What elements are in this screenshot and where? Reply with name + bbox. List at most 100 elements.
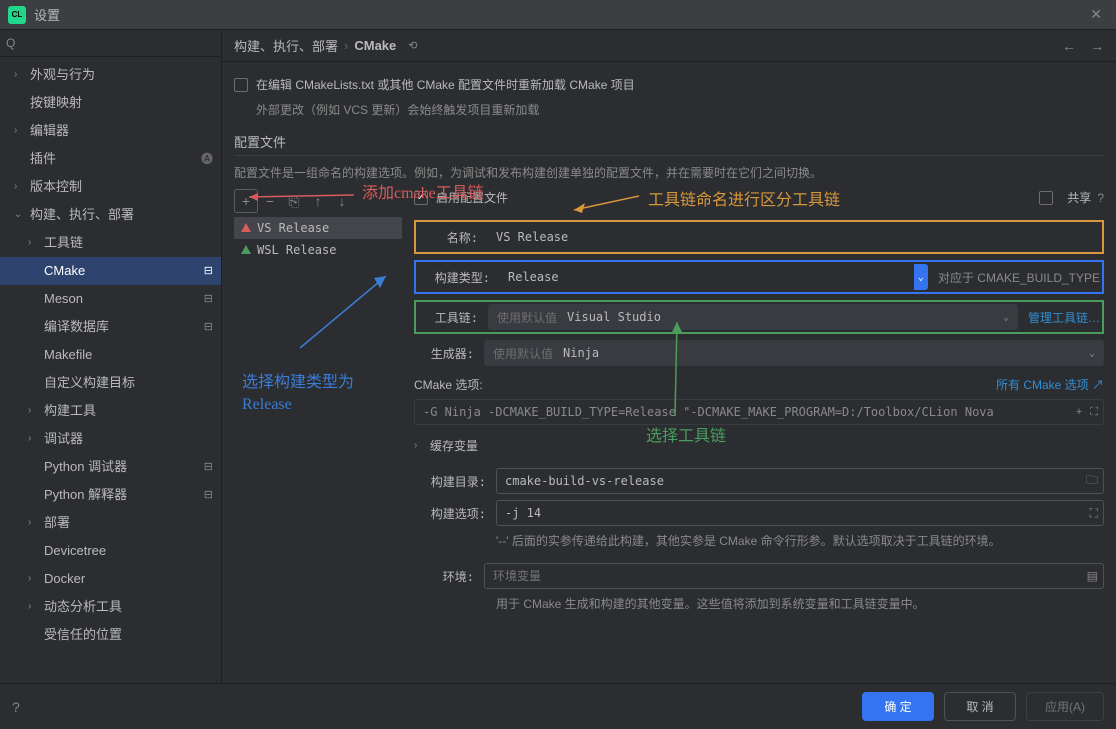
toolchain-select[interactable]: 使用默认值 Visual Studio ⌄ (488, 304, 1018, 330)
sidebar-item-label: 插件 (30, 149, 201, 169)
sidebar-item-label: 动态分析工具 (44, 597, 213, 617)
sidebar-item-部署[interactable]: ›部署 (0, 509, 221, 537)
sidebar-item-Meson[interactable]: Meson⊟ (0, 285, 221, 313)
expand-icon[interactable]: ⛶ (1090, 506, 1098, 521)
sidebar-item-label: 编辑器 (30, 121, 213, 141)
build-dir-label: 构建目录: (414, 473, 486, 490)
sidebar-item-构建工具[interactable]: ›构建工具 (0, 397, 221, 425)
cmake-opts-link[interactable]: 所有 CMake 选项 ↗ (996, 376, 1104, 393)
generator-value: Ninja (563, 346, 599, 360)
sidebar-item-调试器[interactable]: ›调试器 (0, 425, 221, 453)
profile-item[interactable]: VS Release (234, 217, 402, 239)
breadcrumb: 构建、执行、部署 › CMake ⟲ (234, 36, 418, 55)
build-type-value: Release (508, 270, 559, 284)
build-type-label: 构建类型: (418, 269, 490, 286)
sidebar-item-label: 自定义构建目标 (44, 373, 213, 393)
env-input[interactable] (484, 563, 1104, 589)
move-up-button[interactable]: ↑ (306, 189, 330, 213)
sidebar-item-Python 解释器[interactable]: Python 解释器⊟ (0, 481, 221, 509)
breadcrumb-sep: › (344, 38, 348, 53)
profile-name: VS Release (257, 221, 329, 235)
sidebar: Q ›外观与行为按键映射›编辑器插件🅐›版本控制⌄构建、执行、部署›工具链CMa… (0, 30, 222, 683)
separator-indicator: ⊟ (204, 261, 213, 281)
plus-icon[interactable]: + (1076, 406, 1082, 419)
search-icon: Q (6, 36, 15, 50)
share-help-icon[interactable]: ? (1097, 191, 1104, 205)
dialog-footer: ? 确 定 取 消 应用(A) (0, 683, 1116, 729)
separator-indicator: ⊟ (204, 457, 213, 477)
reload-checkbox[interactable] (234, 78, 248, 92)
sidebar-item-Devicetree[interactable]: Devicetree (0, 537, 221, 565)
share-label: 共享 (1067, 189, 1091, 206)
generator-select[interactable]: 使用默认值 Ninja ⌄ (484, 340, 1104, 366)
generator-default-tag: 使用默认值 (493, 345, 553, 362)
reset-icon[interactable]: ⟲ (408, 39, 417, 52)
move-down-button[interactable]: ↓ (330, 189, 354, 213)
reload-hint: 外部更改（例如 VCS 更新）会始终触发项目重新加载 (256, 101, 1104, 118)
enable-profile-checkbox[interactable] (414, 191, 428, 205)
sidebar-item-Makefile[interactable]: Makefile (0, 341, 221, 369)
build-type-select[interactable]: Release ⌄ (500, 264, 928, 290)
list-icon[interactable]: ▤ (1087, 569, 1098, 583)
name-input[interactable] (488, 224, 1100, 250)
build-opts-input[interactable] (496, 500, 1104, 526)
sidebar-item-CMake[interactable]: CMake⊟ (0, 257, 221, 285)
cache-vars-toggle[interactable]: › 缓存变量 (414, 431, 1104, 456)
sidebar-item-按键映射[interactable]: 按键映射 (0, 89, 221, 117)
ok-button[interactable]: 确 定 (862, 692, 934, 721)
breadcrumb-row: 构建、执行、部署 › CMake ⟲ ← → (222, 30, 1116, 62)
sidebar-item-label: Python 解释器 (44, 485, 204, 505)
sidebar-item-受信任的位置[interactable]: 受信任的位置 (0, 621, 221, 649)
sidebar-item-Python 调试器[interactable]: Python 调试器⊟ (0, 453, 221, 481)
folder-icon[interactable]: 🗀 (1086, 471, 1098, 492)
titlebar: CL 设置 ✕ (0, 0, 1116, 30)
sidebar-item-外观与行为[interactable]: ›外观与行为 (0, 61, 221, 89)
sidebar-item-label: 构建工具 (44, 401, 213, 421)
separator-indicator: ⊟ (204, 289, 213, 309)
add-profile-button[interactable]: + (234, 189, 258, 213)
breadcrumb-section[interactable]: 构建、执行、部署 (234, 36, 338, 55)
remove-profile-button[interactable]: − (258, 189, 282, 213)
sidebar-item-label: 版本控制 (30, 177, 213, 197)
expand-icon[interactable]: ⛶ (1090, 406, 1098, 419)
help-button[interactable]: ? (12, 699, 20, 715)
separator-indicator: ⊟ (204, 317, 213, 337)
chevron-icon: › (14, 121, 26, 141)
sidebar-item-label: 部署 (44, 513, 213, 533)
cache-vars-label: 缓存变量 (430, 437, 478, 454)
build-dir-input[interactable] (496, 468, 1104, 494)
sidebar-item-版本控制[interactable]: ›版本控制 (0, 173, 221, 201)
toolchain-value: Visual Studio (567, 310, 661, 324)
build-opts-hint: '--' 后面的实参传递给此构建，其他实参是 CMake 命令行形参。默认选项取… (496, 532, 1104, 549)
cancel-button[interactable]: 取 消 (944, 692, 1016, 721)
sidebar-item-label: 构建、执行、部署 (30, 205, 213, 225)
manage-toolchain-link[interactable]: 管理工具链… (1028, 309, 1100, 326)
copy-profile-button[interactable]: ⎘ (282, 189, 306, 213)
sidebar-item-label: 按键映射 (30, 93, 213, 113)
chevron-icon: › (28, 597, 40, 617)
profile-icon (240, 244, 252, 256)
sidebar-item-插件[interactable]: 插件🅐 (0, 145, 221, 173)
sidebar-item-构建、执行、部署[interactable]: ⌄构建、执行、部署 (0, 201, 221, 229)
sidebar-item-工具链[interactable]: ›工具链 (0, 229, 221, 257)
close-button[interactable]: ✕ (1084, 4, 1108, 25)
sidebar-item-label: 外观与行为 (30, 65, 213, 85)
sidebar-search[interactable]: Q (0, 30, 221, 57)
profile-item[interactable]: WSL Release (234, 239, 402, 261)
profile-form: 启用配置文件 共享 ? 名称: 构建类型: (414, 189, 1104, 620)
settings-window: CL 设置 ✕ Q ›外观与行为按键映射›编辑器插件🅐›版本控制⌄构建、执行、部… (0, 0, 1116, 729)
profile-name: WSL Release (257, 243, 336, 257)
sidebar-item-动态分析工具[interactable]: ›动态分析工具 (0, 593, 221, 621)
sidebar-item-自定义构建目标[interactable]: 自定义构建目标 (0, 369, 221, 397)
nav-forward[interactable]: → (1090, 38, 1104, 54)
sidebar-item-label: Meson (44, 289, 204, 309)
cmake-opts-input[interactable] (414, 399, 1104, 425)
sidebar-item-label: 受信任的位置 (44, 625, 213, 645)
sidebar-item-编译数据库[interactable]: 编译数据库⊟ (0, 313, 221, 341)
search-input[interactable] (19, 36, 215, 50)
nav-back[interactable]: ← (1062, 38, 1076, 54)
chevron-icon: › (28, 429, 40, 449)
share-checkbox[interactable] (1039, 191, 1053, 205)
sidebar-item-Docker[interactable]: ›Docker (0, 565, 221, 593)
sidebar-item-编辑器[interactable]: ›编辑器 (0, 117, 221, 145)
